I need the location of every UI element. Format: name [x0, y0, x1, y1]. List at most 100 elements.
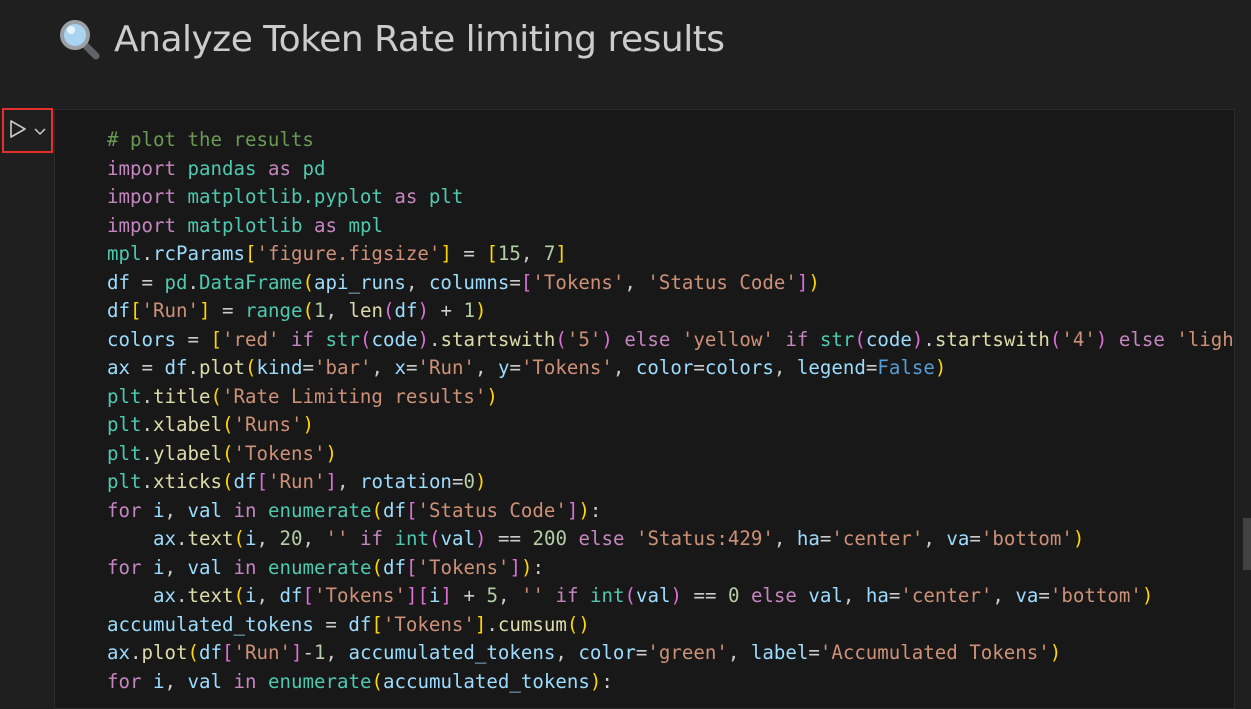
code-token: df — [382, 498, 406, 522]
code-token: ( — [233, 527, 245, 550]
code-token: . — [141, 384, 154, 408]
code-token: val — [635, 584, 671, 607]
code-token: ( — [221, 413, 234, 436]
code-token: ( — [233, 584, 245, 607]
code-token: ( — [371, 669, 383, 693]
code-token: df — [107, 299, 130, 322]
code-token: , — [164, 669, 188, 693]
code-line: df = pd.DataFrame(api_runs, columns=['To… — [107, 269, 1234, 298]
code-token: as — [267, 156, 291, 180]
code-token: ( — [359, 327, 372, 351]
code-token: ] — [440, 242, 452, 265]
code-token: , — [371, 356, 395, 379]
code-token: ) — [589, 669, 602, 693]
code-token: 'center' — [900, 584, 993, 607]
code-token: 'bottom' — [980, 527, 1073, 550]
code-token: for — [107, 498, 142, 522]
code-token: legend — [796, 356, 866, 379]
code-line: for i, val in enumerate(df['Tokens']): — [107, 554, 1234, 583]
code-token: = — [451, 242, 487, 265]
code-line: plt.xlabel('Runs') — [107, 411, 1234, 440]
code-line: import pandas as pd — [107, 155, 1234, 184]
code-token: ) — [578, 612, 590, 636]
code-token: ax — [107, 641, 130, 664]
code-token: matplotlib.pyplot — [187, 185, 383, 208]
code-token: , — [842, 584, 866, 607]
code-token: label — [750, 641, 809, 664]
code-token: 7 — [543, 242, 556, 265]
run-cell-button[interactable] — [2, 108, 53, 153]
code-token: , — [773, 527, 797, 550]
code-token: 'green' — [647, 641, 728, 664]
code-token: 'Run' — [233, 641, 291, 664]
code-token: [ — [302, 584, 314, 607]
code-line: ax = df.plot(kind='bar', x='Run', y='Tok… — [107, 354, 1234, 383]
code-token: , — [923, 527, 947, 550]
chevron-down-icon[interactable] — [34, 121, 46, 140]
code-token: ) — [486, 384, 498, 408]
code-token: = — [509, 270, 521, 294]
code-token: . — [176, 584, 188, 607]
code-token: 1 — [313, 299, 326, 322]
code-token: if — [555, 584, 579, 607]
code-token: , — [325, 299, 349, 322]
code-token: ( — [555, 327, 567, 351]
code-token: df — [233, 470, 257, 493]
code-token: ( — [624, 584, 636, 607]
code-token: ( — [210, 384, 222, 408]
vertical-scrollbar-thumb[interactable] — [1243, 518, 1251, 570]
code-token: = — [130, 356, 165, 379]
code-token: df — [382, 555, 406, 579]
code-token: ax — [153, 584, 176, 607]
code-token: , — [474, 356, 498, 379]
code-token: 'Tokens' — [532, 270, 625, 294]
code-line: import matplotlib as mpl — [107, 212, 1234, 241]
code-token: [ — [244, 242, 257, 265]
code-token: plt — [107, 413, 142, 436]
code-token: 'ligh — [1176, 327, 1234, 351]
code-token: = — [693, 356, 705, 379]
code-token: , — [520, 242, 544, 265]
code-token: [ — [371, 612, 383, 636]
code-token: , — [164, 555, 188, 579]
code-token: ) — [520, 555, 533, 579]
code-token: ) — [601, 327, 613, 351]
code-token: rcParams — [153, 242, 245, 265]
code-token: = — [509, 356, 521, 379]
code-token: i — [153, 498, 165, 522]
code-token: in — [233, 498, 257, 522]
code-token: 'bar' — [313, 356, 372, 379]
run-triangle-icon[interactable] — [9, 119, 27, 143]
code-token: val — [187, 498, 223, 522]
code-token: '4' — [1061, 327, 1096, 351]
code-line: mpl.rcParams['figure.figsize'] = [15, 7] — [107, 240, 1234, 269]
code-line: ax.text(i, df['Tokens'][i] + 5, '' if in… — [107, 582, 1234, 611]
code-token: i — [244, 584, 257, 607]
code-token: 'Accumulated Tokens' — [819, 641, 1050, 664]
code-token: 'figure.figsize' — [256, 242, 441, 265]
code-token: len — [348, 299, 383, 322]
code-editor[interactable]: # plot the results import pandas as pd imp… — [107, 126, 1234, 696]
code-token: ( — [302, 270, 314, 294]
code-token: pandas — [187, 156, 257, 180]
code-token: = — [888, 584, 901, 607]
code-token: pd — [164, 270, 188, 294]
code-token: = — [969, 527, 981, 550]
code-token: y — [497, 356, 510, 379]
code-cell[interactable]: # plot the results import pandas as pd imp… — [54, 109, 1235, 709]
code-token: plt — [428, 185, 464, 208]
code-token: i — [153, 555, 165, 579]
code-token: mpl — [107, 242, 142, 265]
code-token: = — [451, 470, 464, 493]
code-token: [ — [520, 270, 533, 294]
code-token: ha — [796, 527, 820, 550]
